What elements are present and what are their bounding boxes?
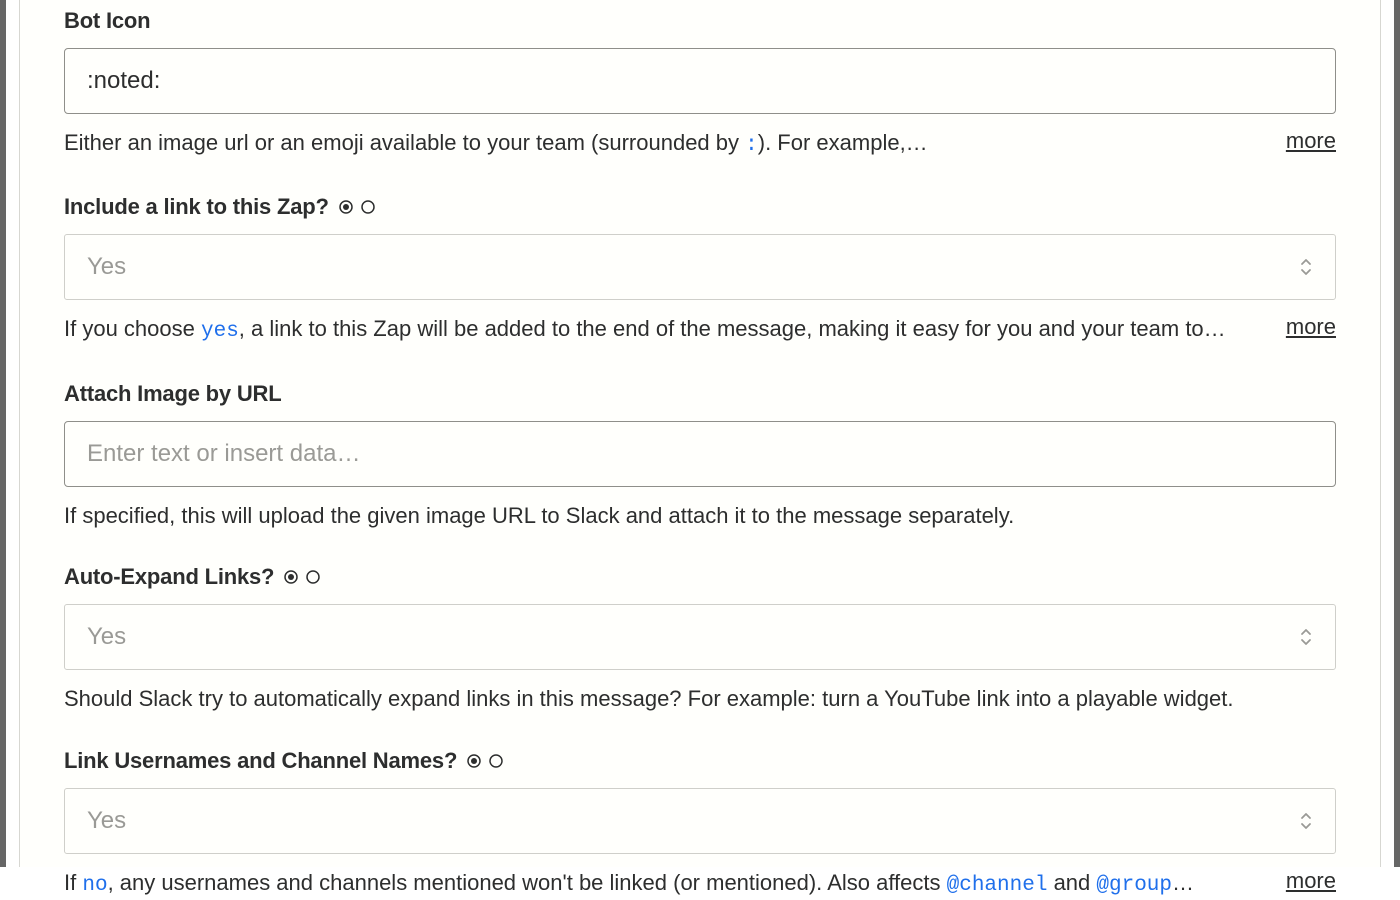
- radio-selected-icon: [339, 200, 353, 214]
- help-text-segment: If: [64, 870, 82, 895]
- radio-indicator: [284, 570, 320, 584]
- help-text-segment: …: [1172, 870, 1194, 895]
- bot-icon-input[interactable]: [64, 48, 1336, 114]
- select-value: Yes: [87, 253, 126, 281]
- bot-icon-label: Bot Icon: [64, 8, 150, 34]
- auto-expand-select[interactable]: Yes: [64, 604, 1336, 670]
- auto-expand-help: Should Slack try to automatically expand…: [64, 684, 1336, 714]
- window-border-right: [1394, 0, 1400, 867]
- link-usernames-select[interactable]: Yes: [64, 788, 1336, 854]
- help-row: Should Slack try to automatically expand…: [64, 684, 1336, 714]
- link-usernames-help: If no, any usernames and channels mentio…: [64, 868, 1266, 900]
- field-auto-expand: Auto-Expand Links? Yes Should Slack try …: [64, 564, 1336, 714]
- help-text-segment: and: [1047, 870, 1096, 895]
- help-code: no: [82, 874, 107, 897]
- form-panel: Bot Icon Either an image url or an emoji…: [19, 0, 1381, 867]
- help-text-segment: , a link to this Zap will be added to th…: [239, 316, 1226, 341]
- window-border-left: [0, 0, 6, 867]
- field-label-row: Attach Image by URL: [64, 381, 1336, 407]
- help-text-segment: ). For example,…: [758, 130, 928, 155]
- link-usernames-label: Link Usernames and Channel Names?: [64, 748, 457, 774]
- chevron-up-down-icon: [1299, 257, 1313, 277]
- include-link-help: If you choose yes, a link to this Zap wi…: [64, 314, 1266, 346]
- help-text-segment: If you choose: [64, 316, 201, 341]
- field-include-link: Include a link to this Zap? Yes If you c…: [64, 194, 1336, 346]
- select-value: Yes: [87, 807, 126, 835]
- radio-unselected-icon: [489, 754, 503, 768]
- bot-icon-help: Either an image url or an emoji availabl…: [64, 128, 1266, 160]
- include-link-label: Include a link to this Zap?: [64, 194, 329, 220]
- more-link[interactable]: more: [1286, 314, 1336, 340]
- field-label-row: Auto-Expand Links?: [64, 564, 1336, 590]
- auto-expand-label: Auto-Expand Links?: [64, 564, 274, 590]
- more-link[interactable]: more: [1286, 868, 1336, 894]
- help-text-segment: Either an image url or an emoji availabl…: [64, 130, 745, 155]
- help-code: yes: [201, 320, 239, 343]
- field-attach-image: Attach Image by URL If specified, this w…: [64, 381, 1336, 531]
- radio-unselected-icon: [306, 570, 320, 584]
- select-value: Yes: [87, 623, 126, 651]
- field-bot-icon: Bot Icon Either an image url or an emoji…: [64, 8, 1336, 160]
- field-label-row: Include a link to this Zap?: [64, 194, 1336, 220]
- attach-image-input[interactable]: [64, 421, 1336, 487]
- help-text-segment: , any usernames and channels mentioned w…: [108, 870, 947, 895]
- more-link[interactable]: more: [1286, 128, 1336, 154]
- radio-indicator: [467, 754, 503, 768]
- help-code: @channel: [947, 874, 1048, 897]
- radio-unselected-icon: [361, 200, 375, 214]
- radio-selected-icon: [284, 570, 298, 584]
- help-code: :: [745, 134, 758, 157]
- help-code: @group: [1096, 874, 1172, 897]
- include-link-select[interactable]: Yes: [64, 234, 1336, 300]
- chevron-up-down-icon: [1299, 811, 1313, 831]
- radio-selected-icon: [467, 754, 481, 768]
- help-row: If specified, this will upload the given…: [64, 501, 1336, 531]
- attach-image-help: If specified, this will upload the given…: [64, 501, 1336, 531]
- help-row: If you choose yes, a link to this Zap wi…: [64, 314, 1336, 346]
- field-label-row: Bot Icon: [64, 8, 1336, 34]
- chevron-up-down-icon: [1299, 627, 1313, 647]
- help-row: If no, any usernames and channels mentio…: [64, 868, 1336, 900]
- field-label-row: Link Usernames and Channel Names?: [64, 748, 1336, 774]
- radio-indicator: [339, 200, 375, 214]
- help-row: Either an image url or an emoji availabl…: [64, 128, 1336, 160]
- field-link-usernames: Link Usernames and Channel Names? Yes If…: [64, 748, 1336, 900]
- attach-image-label: Attach Image by URL: [64, 381, 281, 407]
